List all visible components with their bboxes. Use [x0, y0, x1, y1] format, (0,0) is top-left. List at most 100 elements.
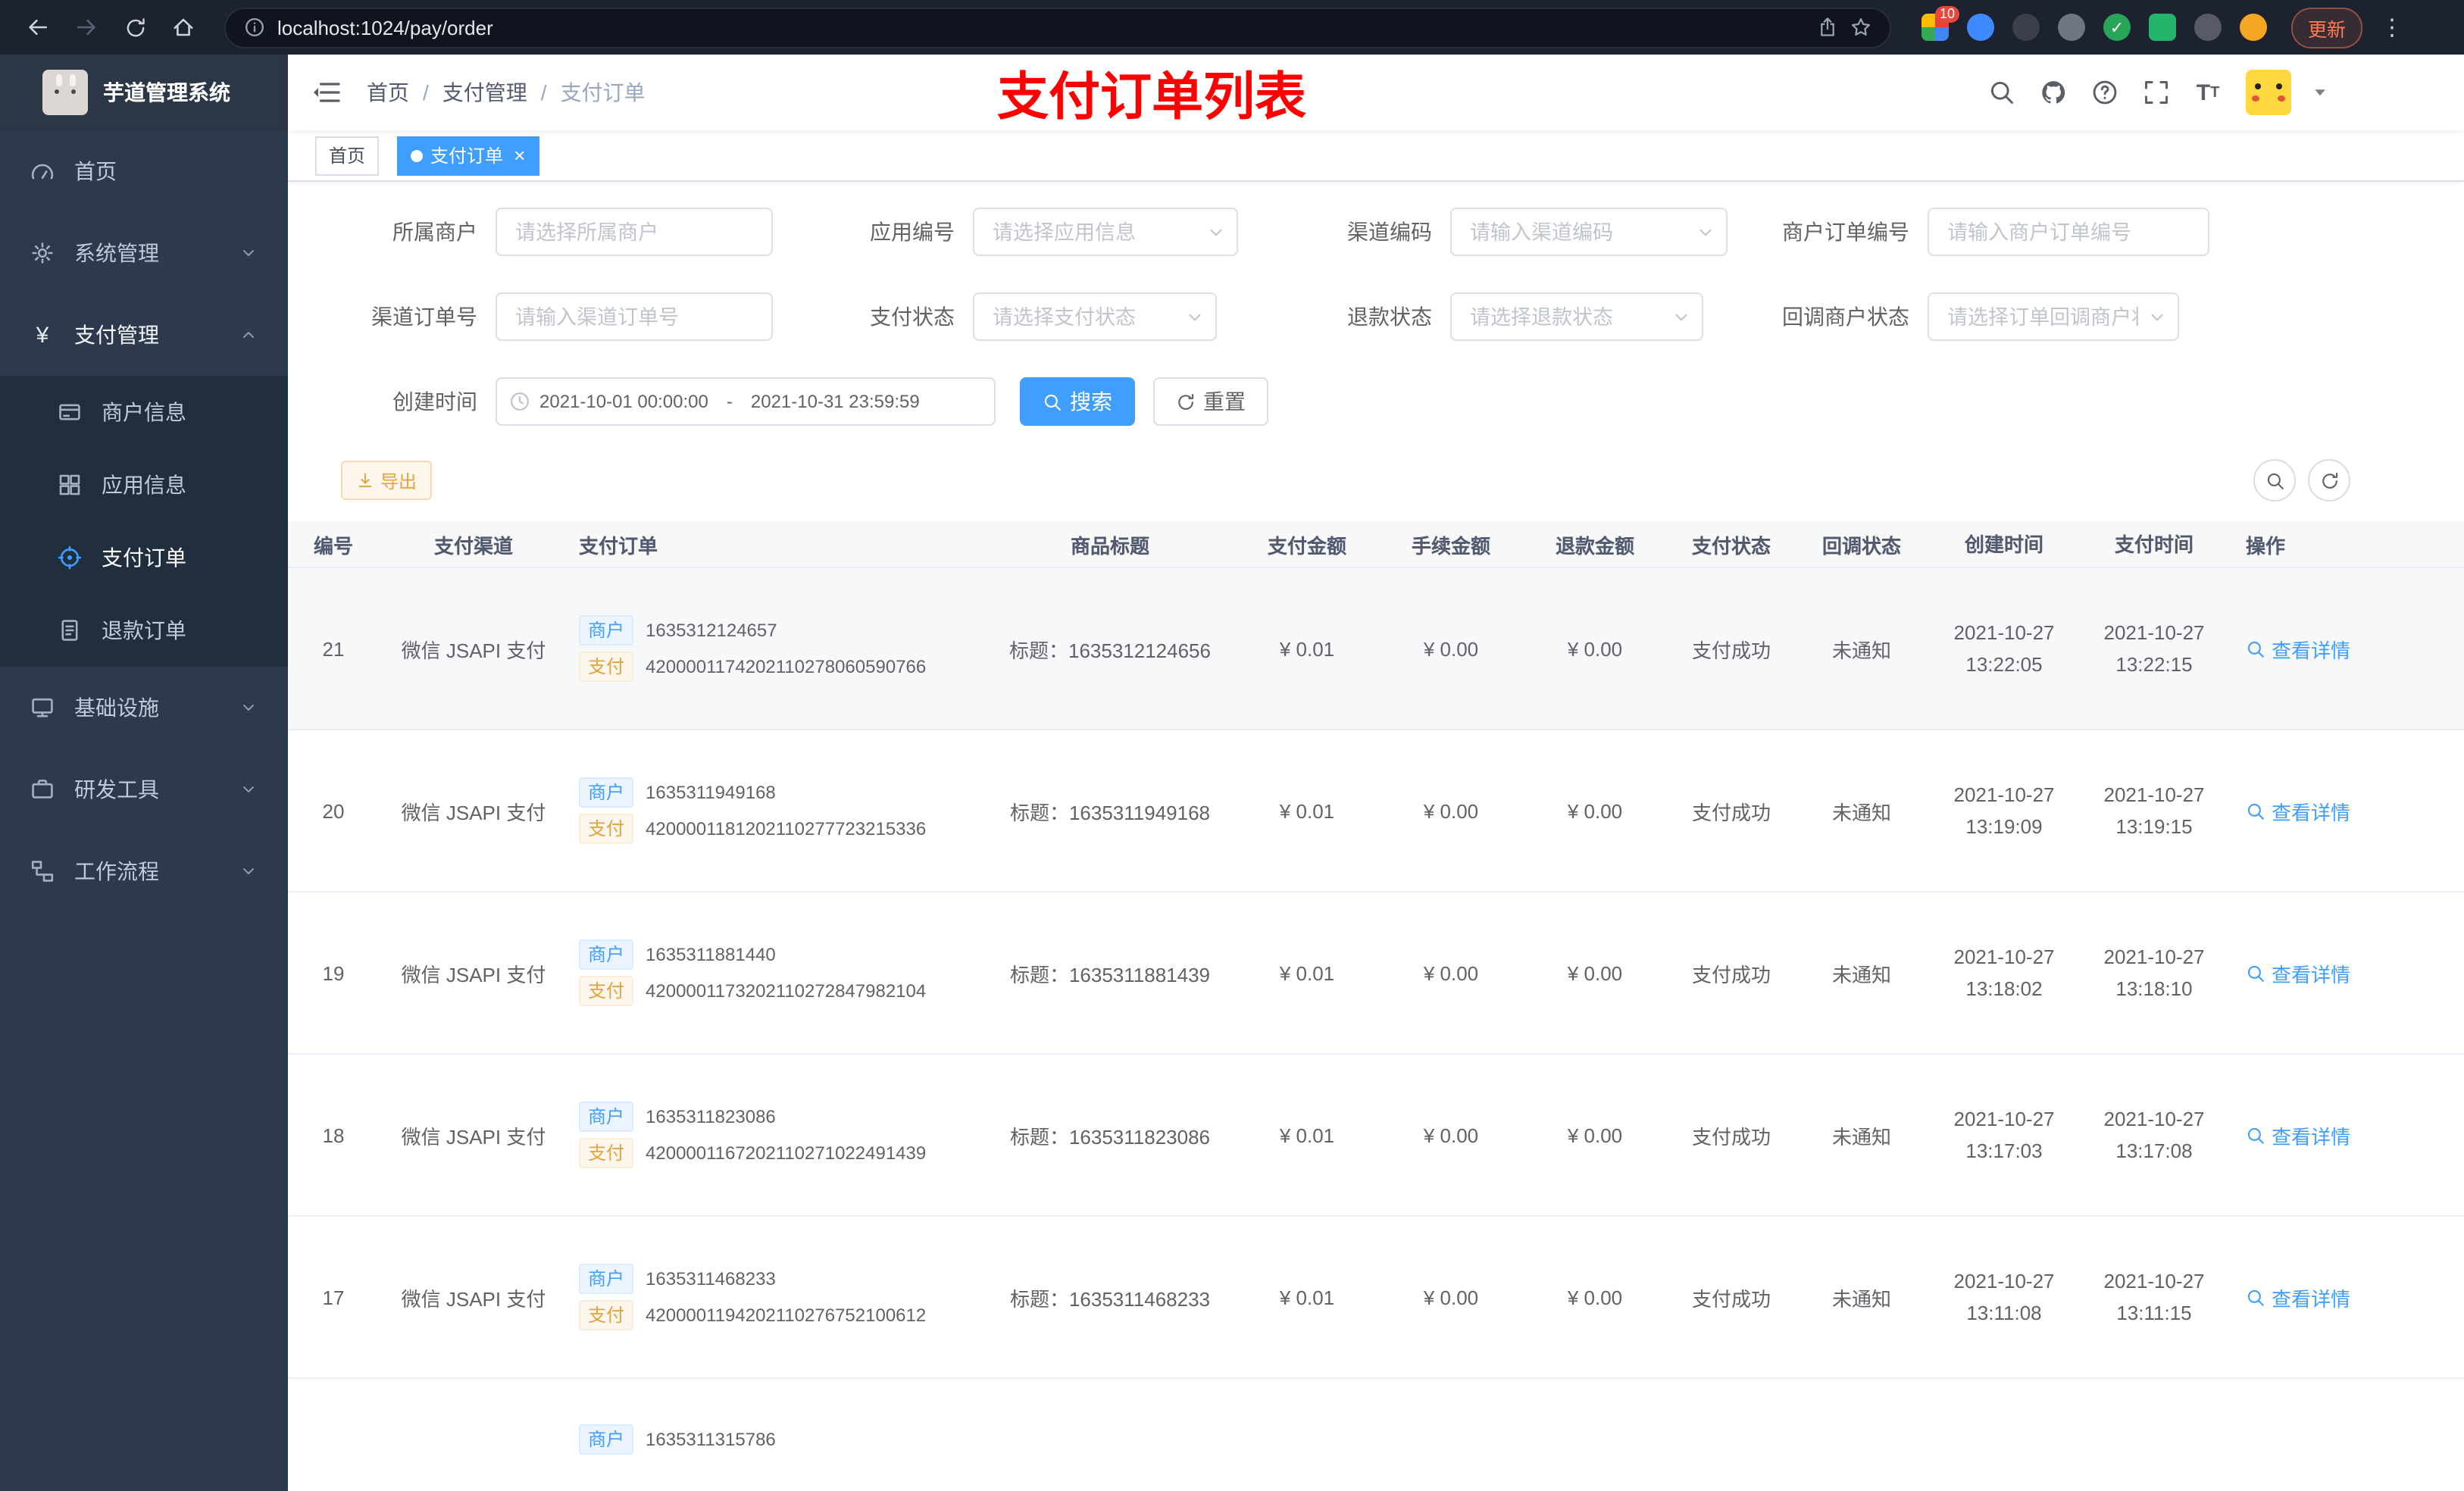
tags-view-bar: 首页 支付订单 ×: [288, 130, 2464, 182]
channel-code-select[interactable]: [1452, 209, 1726, 255]
extension-face-icon[interactable]: [2240, 14, 2267, 41]
chevron-down-icon: [239, 862, 258, 880]
merchant-order-no-input[interactable]: [1929, 209, 2208, 255]
card-icon: [58, 400, 82, 424]
pay-status-select[interactable]: [974, 294, 1215, 339]
sidebar-item-app-info[interactable]: 应用信息: [0, 449, 288, 521]
extension-chat-icon[interactable]: [2149, 14, 2176, 41]
extension-drop-icon[interactable]: [1967, 14, 1994, 41]
pay-order-no: 4200001173202110272847982104: [646, 980, 927, 1002]
browser-forward-button[interactable]: [67, 8, 106, 47]
extension-grid-icon[interactable]: 10: [1921, 6, 1959, 41]
create-time-range-picker[interactable]: 2021-10-01 00:00:00 - 2021-10-31 23:59:5…: [496, 377, 996, 426]
search-button[interactable]: 搜索: [1020, 377, 1135, 426]
yen-icon: ¥: [36, 322, 49, 348]
github-icon[interactable]: [2040, 79, 2067, 106]
chevron-down-icon: [2147, 307, 2167, 327]
sidebar-item-infra[interactable]: 基础设施: [0, 667, 288, 749]
refund-status-select[interactable]: [1452, 294, 1702, 339]
tab-home[interactable]: 首页: [315, 136, 380, 175]
extension-check-icon[interactable]: ✓: [2103, 14, 2131, 41]
merchant-order-no: 1635311881440: [646, 944, 776, 965]
browser-back-button[interactable]: [18, 8, 58, 47]
close-icon[interactable]: ×: [514, 145, 525, 165]
refresh-icon: [1176, 392, 1196, 411]
fullscreen-icon[interactable]: [2143, 79, 2170, 106]
sidebar-item-workflow[interactable]: 工作流程: [0, 830, 288, 912]
font-size-icon[interactable]: TT: [2194, 79, 2222, 106]
view-detail-link[interactable]: 查看详情: [2246, 796, 2350, 825]
extension-pin-icon[interactable]: [2194, 14, 2222, 41]
browser-update-button[interactable]: 更新: [2291, 7, 2363, 48]
chevron-up-icon: [239, 326, 258, 344]
payment-submenu: 商户信息 应用信息 支付订单 退款订单: [0, 376, 288, 667]
document-icon: [58, 618, 82, 642]
toggle-search-button[interactable]: [2253, 459, 2296, 502]
view-detail-link[interactable]: 查看详情: [2246, 958, 2350, 987]
pay-status-label: 支付状态: [870, 305, 955, 329]
pay-order-no: 4200001181202110277723215336: [646, 818, 927, 839]
browser-home-button[interactable]: [164, 8, 203, 47]
monitor-icon: [30, 695, 55, 720]
chevron-down-icon: [1185, 307, 1205, 327]
site-info-icon[interactable]: [244, 17, 265, 38]
tab-pay-order[interactable]: 支付订单 ×: [397, 136, 539, 175]
filter-row-3: 创建时间 2021-10-01 00:00:00 - 2021-10-31 23…: [288, 377, 2464, 426]
pay-tag: 支付: [579, 976, 634, 1006]
navbar: 首页 / 支付管理 / 支付订单 支付订单列表 TT: [288, 55, 2464, 130]
help-icon[interactable]: [2091, 79, 2118, 106]
bookmark-star-icon[interactable]: [1850, 17, 1871, 38]
merchant-order-no: 1635311468233: [646, 1268, 776, 1289]
sidebar-item-system[interactable]: 系统管理: [0, 212, 288, 294]
sidebar-toggle-icon[interactable]: [312, 77, 342, 108]
pay-order-no: 4200001174202110278060590766: [646, 656, 927, 677]
notify-status-select[interactable]: [1929, 294, 2178, 339]
browser-reload-button[interactable]: [115, 8, 155, 47]
channel-order-no-input[interactable]: [497, 294, 771, 339]
channel-code-label: 渠道编码: [1347, 220, 1432, 244]
app-select[interactable]: [974, 209, 1237, 255]
logo-image: [42, 70, 88, 115]
sidebar-item-merchant-info[interactable]: 商户信息: [0, 376, 288, 449]
breadcrumb-home[interactable]: 首页: [367, 77, 409, 108]
chevron-down-icon: [239, 699, 258, 717]
table-row: 17 微信 JSAPI 支付 商户 1635311468233 支付 4200001…: [288, 1217, 2464, 1379]
share-icon[interactable]: [1817, 17, 1838, 38]
table-row: 19 微信 JSAPI 支付 商户 1635311881440 支付 4200001…: [288, 892, 2464, 1055]
merchant-order-no: 1635311949168: [646, 782, 776, 803]
orders-table: 编号 支付渠道 支付订单 商品标题 支付金额 手续金额 退款金额 支付状态 回调…: [288, 521, 2464, 1491]
sidebar-item-devtools[interactable]: 研发工具: [0, 749, 288, 830]
channel-order-no-label: 渠道订单号: [371, 305, 477, 329]
view-detail-link[interactable]: 查看详情: [2246, 1121, 2350, 1149]
table-row: 21 微信 JSAPI 支付 商户 1635312124657 支付 4200001…: [288, 568, 2464, 730]
breadcrumb-pay-mgmt[interactable]: 支付管理: [442, 77, 527, 108]
merchant-tag: 商户: [579, 615, 634, 645]
view-detail-link[interactable]: 查看详情: [2246, 634, 2350, 663]
navbar-actions: TT: [1988, 70, 2440, 115]
export-button[interactable]: 导出: [341, 461, 433, 500]
notify-status-label: 回调商户状态: [1782, 305, 1909, 329]
extension-gray-icon[interactable]: [2058, 14, 2085, 41]
search-icon: [2246, 963, 2265, 983]
extension-dark-icon[interactable]: [2012, 14, 2040, 41]
url-text: localhost:1024/pay/order: [277, 16, 493, 39]
avatar-caret-icon[interactable]: [2306, 79, 2334, 106]
merchant-input[interactable]: [497, 209, 771, 255]
sidebar-item-pay-order[interactable]: 支付订单: [0, 521, 288, 594]
user-avatar[interactable]: [2246, 70, 2291, 115]
sidebar-item-payment[interactable]: ¥ 支付管理: [0, 294, 288, 376]
sidebar-item-refund-order[interactable]: 退款订单: [0, 594, 288, 667]
address-bar[interactable]: localhost:1024/pay/order: [224, 7, 1891, 48]
merchant-order-no: 1635311823086: [646, 1106, 776, 1127]
grid-icon: [58, 473, 82, 497]
header-search-icon[interactable]: [1988, 79, 2015, 106]
reset-button[interactable]: 重置: [1153, 377, 1268, 426]
search-icon: [2246, 1287, 2265, 1307]
refresh-table-button[interactable]: [2308, 459, 2350, 502]
main-area: 首页 / 支付管理 / 支付订单 支付订单列表 TT 首页 支付订单 × 所属商…: [288, 55, 2464, 1491]
view-detail-link[interactable]: 查看详情: [2246, 1283, 2350, 1311]
sidebar-logo[interactable]: 芋道管理系统: [0, 55, 288, 130]
screen: localhost:1024/pay/order 10 ✓ 更新 ⋮ 芋道管理系…: [0, 0, 2464, 1491]
sidebar-item-home[interactable]: 首页: [0, 130, 288, 212]
browser-menu-icon[interactable]: ⋮: [2381, 14, 2405, 41]
